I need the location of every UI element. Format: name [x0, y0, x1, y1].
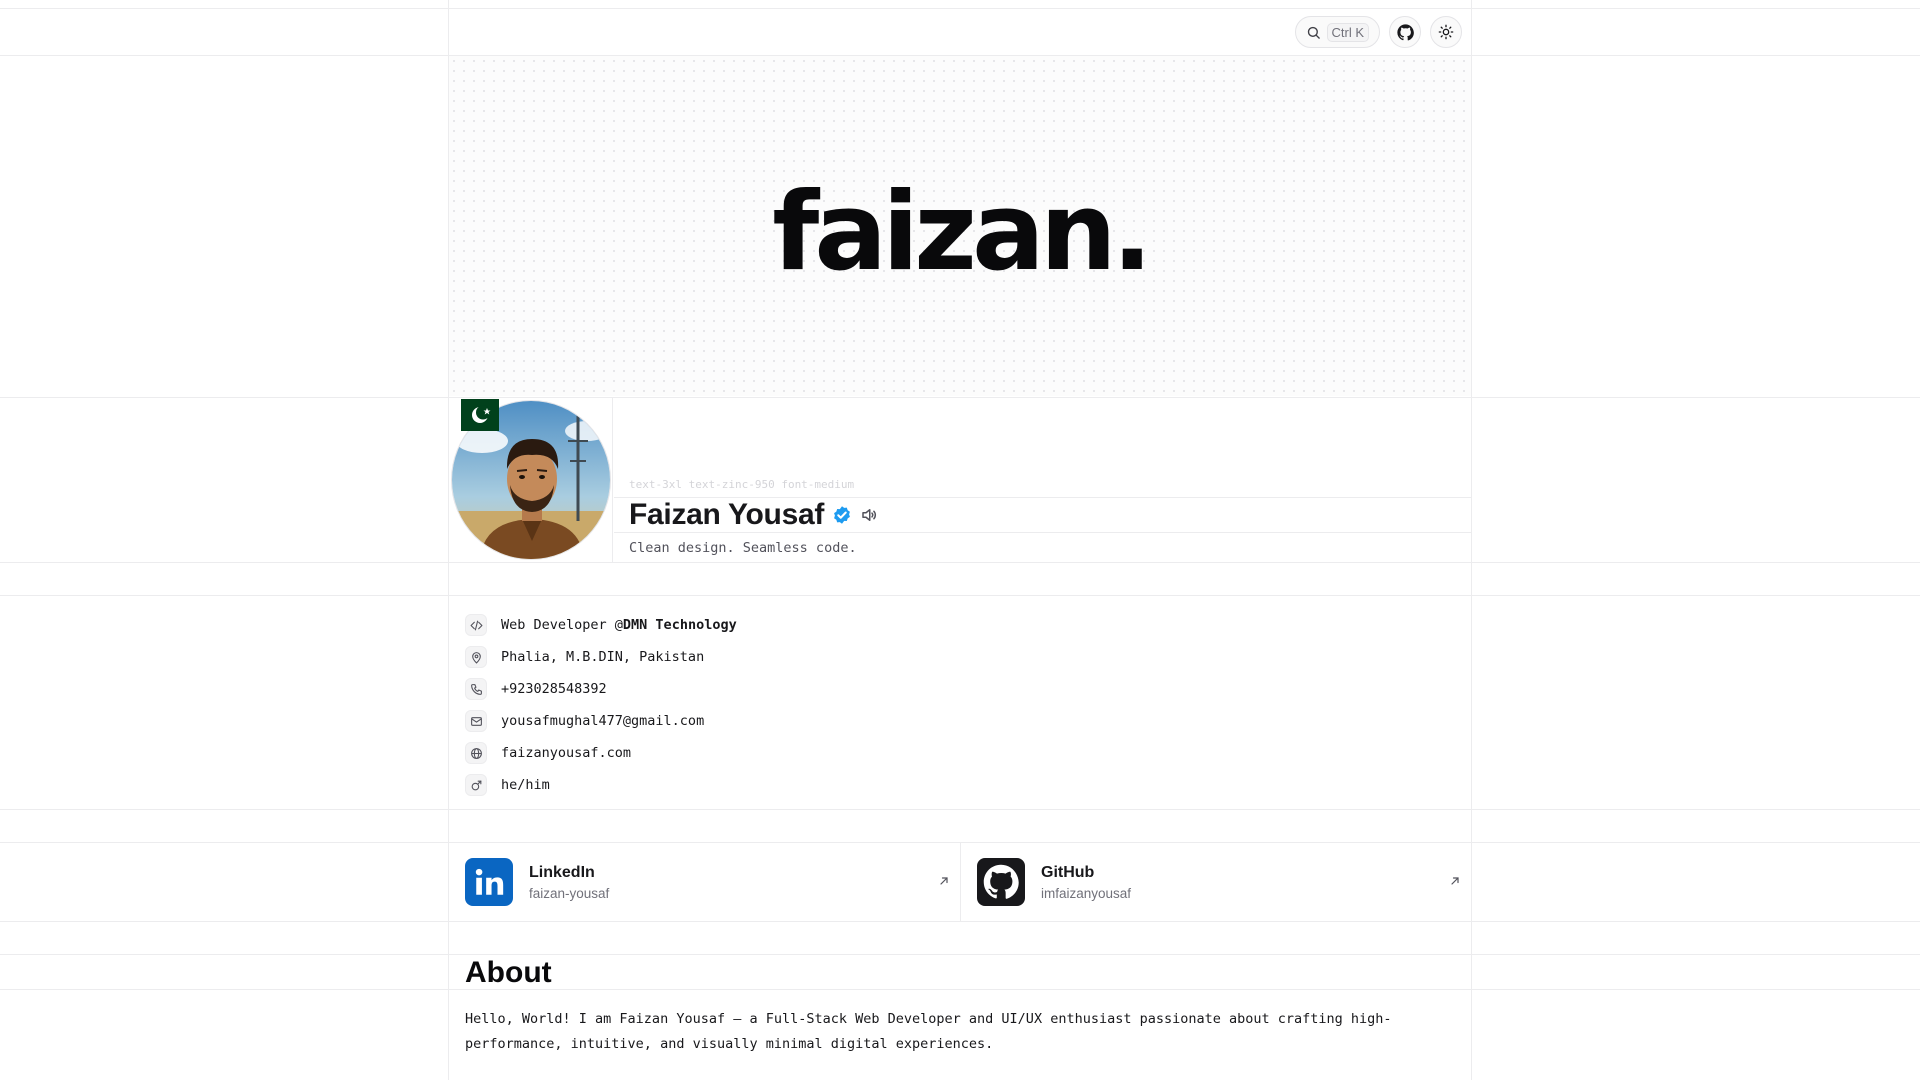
- detail-phone-link[interactable]: +923028548392: [501, 681, 607, 697]
- male-symbol-icon: [465, 774, 487, 796]
- search-icon: [1307, 26, 1320, 39]
- social-link-github[interactable]: GitHub imfaizanyousaf: [960, 843, 1471, 921]
- detail-role-text: Web Developer @DMN Technology: [501, 617, 737, 633]
- theme-toggle-button[interactable]: [1430, 16, 1462, 48]
- arrow-up-right-icon: [940, 877, 948, 885]
- github-logo-icon: [977, 858, 1025, 906]
- divider: [0, 954, 1920, 955]
- globe-icon: [465, 742, 487, 764]
- divider: [0, 595, 1920, 596]
- github-icon: [1396, 23, 1414, 40]
- social-handle: faizan-yousaf: [529, 885, 610, 901]
- social-links: LinkedIn faizan-yousaf GitHub imfaizanyo…: [449, 843, 1471, 921]
- profile-name: Faizan Yousaf: [629, 498, 825, 531]
- search-shortcut: Ctrl K: [1326, 22, 1369, 42]
- search-button[interactable]: Ctrl K: [1294, 16, 1380, 48]
- hero-banner: faizan.: [449, 56, 1471, 396]
- profile-name-area: text-3xl text-zinc-950 font-medium Faiza…: [614, 398, 1471, 562]
- avatar-container: [449, 398, 613, 562]
- divider: [0, 921, 1920, 922]
- detail-role: Web Developer @DMN Technology: [465, 609, 1445, 641]
- role-prefix: Web Developer @: [501, 617, 623, 633]
- detail-website: faizanyousaf.com: [465, 737, 1445, 769]
- name-row: Faizan Yousaf: [614, 497, 1471, 533]
- divider: [0, 809, 1920, 810]
- detail-email-link[interactable]: yousafmughal477@gmail.com: [501, 713, 704, 729]
- hero-wordmark: faizan.: [772, 169, 1153, 295]
- company-link[interactable]: DMN Technology: [623, 617, 737, 633]
- pakistan-flag-icon: [461, 399, 499, 431]
- detail-pronouns: he/him: [465, 769, 1445, 801]
- detail-phone: +923028548392: [465, 673, 1445, 705]
- verified-badge-icon: [834, 506, 850, 524]
- speaker-icon[interactable]: [860, 506, 878, 524]
- mail-icon: [465, 710, 487, 732]
- github-button[interactable]: [1389, 16, 1421, 48]
- divider: [1471, 0, 1472, 1080]
- social-name: GitHub: [1041, 863, 1095, 881]
- divider: [0, 989, 1920, 990]
- profile-tagline: Clean design. Seamless code.: [629, 540, 857, 556]
- arrow-up-right-icon: [1451, 877, 1459, 885]
- linkedin-text: LinkedIn faizan-yousaf: [529, 864, 609, 901]
- social-name: LinkedIn: [529, 863, 595, 881]
- profile-header: text-3xl text-zinc-950 font-medium Faiza…: [449, 398, 1471, 562]
- map-pin-icon: [465, 646, 487, 668]
- header-actions: Ctrl K: [1294, 16, 1462, 48]
- detail-location: Phalia, M.B.DIN, Pakistan: [465, 641, 1445, 673]
- about-heading: About: [465, 956, 552, 989]
- social-link-linkedin[interactable]: LinkedIn faizan-yousaf: [449, 843, 960, 921]
- detail-location-text: Phalia, M.B.DIN, Pakistan: [501, 649, 705, 665]
- code-hint: text-3xl text-zinc-950 font-medium: [629, 478, 855, 491]
- linkedin-icon: [465, 858, 513, 906]
- sun-icon: [1438, 24, 1454, 40]
- site-header: Ctrl K: [449, 9, 1471, 55]
- phone-icon: [465, 678, 487, 700]
- detail-pronouns-text: he/him: [501, 777, 550, 793]
- social-handle: imfaizanyousaf: [1041, 885, 1132, 901]
- detail-email: yousafmughal477@gmail.com: [465, 705, 1445, 737]
- code-icon: [465, 614, 487, 636]
- about-paragraph: Hello, World! I am Faizan Yousaf — a Ful…: [465, 1011, 1392, 1052]
- profile-details: Web Developer @DMN Technology Phalia, M.…: [465, 609, 1445, 801]
- github-text: GitHub imfaizanyousaf: [1041, 864, 1131, 901]
- divider: [0, 562, 1920, 563]
- detail-website-link[interactable]: faizanyousaf.com: [501, 745, 631, 761]
